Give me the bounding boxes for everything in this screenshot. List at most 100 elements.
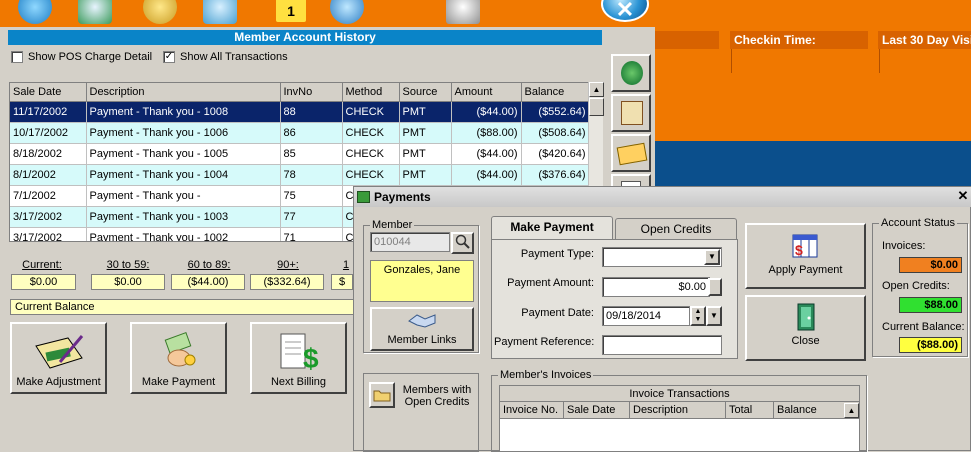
table-row[interactable]: 8/1/2002 Payment - Thank you - 1004 78 C… [10, 164, 590, 186]
apply-payment-button[interactable]: $ Apply Payment [745, 223, 866, 289]
search-key-icon[interactable] [143, 0, 177, 24]
printer-icon[interactable] [446, 0, 480, 24]
column-header[interactable]: Source [399, 83, 452, 102]
payment-type-label: Payment Type: [520, 248, 594, 260]
close-icon[interactable]: ✕ [956, 189, 970, 203]
table-row[interactable]: 10/17/2002 Payment - Thank you - 1006 86… [10, 122, 590, 144]
cell-description: Payment - Thank you - 1002 [86, 227, 281, 241]
button-label: Make Payment [141, 376, 216, 388]
make-payment-button[interactable]: Make Payment [130, 322, 227, 394]
cell-sale-date: 3/17/2002 [10, 206, 87, 228]
add-member-icon[interactable] [18, 0, 52, 24]
chevron-down-icon[interactable]: ▼ [704, 249, 720, 265]
cell-source: PMT [399, 122, 452, 144]
payments-app-icon [357, 191, 370, 203]
scroll-up-icon[interactable]: ▲ [844, 403, 859, 418]
scroll-up-icon[interactable]: ▲ [589, 82, 604, 97]
column-header[interactable]: Sale Date [10, 83, 87, 102]
cell-amount: ($44.00) [451, 143, 522, 165]
ledger-pen-icon [34, 335, 83, 369]
cell-balance: ($420.64) [521, 143, 590, 165]
date-spinner-icon[interactable]: ▲ ▼ [690, 306, 706, 326]
recycle-icon[interactable] [78, 0, 112, 24]
invoice-grid[interactable]: Invoice Transactions Invoice No. Sale Da… [499, 385, 860, 452]
group-label: Member's Invoices [498, 369, 594, 381]
cell-description: Payment - Thank you - 1006 [86, 122, 281, 144]
tab-make-payment[interactable]: Make Payment [491, 216, 613, 240]
checkbox-label: Show POS Charge Detail [28, 51, 153, 63]
open-folder-button[interactable] [369, 382, 395, 408]
grid-header-row: Sale Date Description InvNo Method Sourc… [10, 83, 590, 102]
member-id-field[interactable]: 010044 [370, 232, 450, 252]
column-header[interactable]: Amount [451, 83, 522, 102]
next-billing-button[interactable]: $ Next Billing [250, 322, 347, 394]
checkin-pane: Checkin Time: Last 30 Day Visi [655, 0, 971, 190]
cell-source: PMT [399, 164, 452, 186]
column-header[interactable]: Method [342, 83, 400, 102]
payment-amount-field[interactable]: $0.00 [602, 277, 710, 297]
payment-date-field[interactable]: 09/18/2014 [602, 306, 690, 326]
aging-90-plus-value: ($332.64) [250, 274, 324, 290]
amount-spin-button[interactable] [708, 278, 722, 296]
member-links-button[interactable]: Member Links [370, 307, 474, 351]
calendar-icon[interactable]: 1 [276, 0, 306, 22]
member-search-button[interactable] [451, 232, 474, 254]
column-header[interactable]: Description [630, 402, 726, 418]
scroll-thumb[interactable] [589, 98, 604, 116]
aging-current-label: Current: [22, 259, 62, 271]
cell-balance: ($376.64) [521, 164, 590, 186]
cell-method: CHECK [342, 122, 400, 144]
aging-60-89-value: ($44.00) [171, 274, 245, 290]
refresh-icon[interactable] [330, 0, 364, 24]
exit-door-icon [797, 303, 814, 331]
column-header[interactable]: InvNo [280, 83, 343, 102]
open-credits-value: $88.00 [899, 297, 962, 313]
tab-open-credits[interactable]: Open Credits [615, 218, 737, 240]
certificate-icon[interactable] [611, 94, 651, 132]
member-profile-icon[interactable] [611, 54, 651, 92]
show-all-transactions-checkbox[interactable]: ✓ Show All Transactions [163, 51, 288, 63]
credit-card-icon[interactable] [611, 134, 651, 172]
column-header[interactable]: Invoice No. [500, 402, 564, 418]
column-header[interactable]: Total [726, 402, 774, 418]
payment-reference-field[interactable] [602, 335, 722, 355]
dialog-title: Payments [354, 187, 971, 207]
checkbox-box[interactable]: ✓ [163, 51, 175, 63]
column-header[interactable]: Sale Date [564, 402, 630, 418]
bill-dollar-icon: $ [280, 333, 319, 374]
cell-balance: ($508.64) [521, 122, 590, 144]
aging-current-value: $0.00 [11, 274, 76, 290]
cell-method: CHECK [342, 101, 400, 123]
cell-source: PMT [399, 101, 452, 123]
payment-reference-label: Payment Reference: [494, 336, 595, 348]
show-pos-charge-detail-checkbox[interactable]: Show POS Charge Detail [11, 51, 152, 63]
notepad-icon[interactable] [203, 0, 237, 24]
cell-sale-date: 3/17/2002 [10, 227, 87, 241]
cell-sale-date: 7/1/2002 [10, 185, 87, 207]
make-adjustment-button[interactable]: Make Adjustment [10, 322, 107, 394]
close-button[interactable]: Close [745, 295, 866, 361]
button-label: Next Billing [270, 376, 327, 388]
exit-icon[interactable]: ✕ [601, 0, 649, 22]
blue-band [655, 141, 971, 190]
cell-description: Payment - Thank you - 1003 [86, 206, 281, 228]
cell-description: Payment - Thank you - 1008 [86, 101, 281, 123]
checkbox-box[interactable] [11, 51, 23, 63]
calendar-dropdown-icon[interactable]: ▼ [706, 306, 722, 326]
cell-invno: 86 [280, 122, 343, 144]
cell-description: Payment - Thank you - 1005 [86, 143, 281, 165]
table-row[interactable]: 8/18/2002 Payment - Thank you - 1005 85 … [10, 143, 590, 165]
column-header[interactable]: Balance [521, 83, 590, 102]
cell-method: CHECK [342, 143, 400, 165]
cell-sale-date: 8/18/2002 [10, 143, 87, 165]
column-header[interactable]: Description [86, 83, 281, 102]
group-label: Member [370, 219, 415, 231]
button-label: Apply Payment [768, 264, 843, 276]
payments-dialog: Payments ✕ Member 010044 Gonzales, Jane … [353, 186, 971, 452]
table-row[interactable]: 11/17/2002 Payment - Thank you - 1008 88… [10, 101, 590, 123]
column-header[interactable]: Balance [774, 402, 844, 418]
group-label: Account Status [879, 217, 957, 229]
checkin-time-header: Checkin Time: [730, 31, 868, 49]
aging-90-plus-label: 90+: [277, 259, 299, 271]
invoice-grid-header: Invoice Transactions [500, 386, 859, 402]
